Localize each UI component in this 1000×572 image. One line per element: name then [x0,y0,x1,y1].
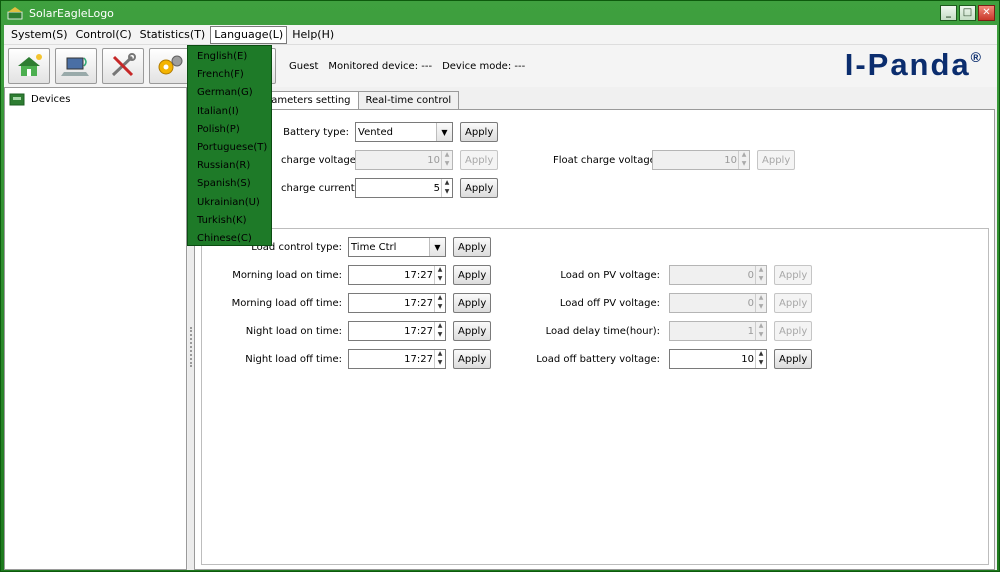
float-charge-voltage-spinner[interactable]: 10 ▲ ▼ [652,150,750,170]
load-off-pv-voltage-spinner[interactable]: 0 ▲ ▼ [669,293,767,313]
brand-logo: I-Panda® [844,47,983,82]
night-load-off-spinner[interactable]: 17:27 ▲ ▼ [348,349,446,369]
home-button[interactable] [8,48,50,84]
load-on-pv-voltage-label: Load on PV voltage: [560,269,660,281]
charge-current-spinner[interactable]: 5 ▲ ▼ [355,178,453,198]
load-control-type-select[interactable]: Time Ctrl ▼ [348,237,446,257]
language-dropdown-menu: English(E) French(F) German(G) Italian(I… [187,45,272,246]
battery-type-apply-button[interactable]: Apply [460,122,499,142]
language-option-polish[interactable]: Polish(P) [188,121,271,139]
menu-statistics[interactable]: Statistics(T) [137,26,209,44]
load-off-pv-voltage-apply-button[interactable]: Apply [774,293,813,313]
night-load-off-label: Night load off time: [245,353,342,365]
menu-control[interactable]: Control(C) [73,26,135,44]
load-delay-time-label: Load delay time(hour): [545,325,660,337]
load-off-battery-voltage-apply-button[interactable]: Apply [774,349,813,369]
night-load-on-label: Night load on time: [245,325,342,337]
solar-house-icon [18,54,42,76]
language-option-german[interactable]: German(G) [188,84,271,102]
devices-folder-icon [9,93,25,106]
device-mode-status: Device mode: --- [442,60,526,72]
battery-settings-group: Battery type: Vented ▼ Apply charge volt… [201,116,989,224]
gears-icon [158,55,183,75]
solar-eagle-app-icon [7,7,23,20]
load-on-pv-voltage-spinner[interactable]: 0 ▲ ▼ [669,265,767,285]
morning-load-off-label: Morning load off time: [231,297,342,309]
load-delay-time-apply-button[interactable]: Apply [774,321,813,341]
charge-voltage-label: charge voltage: [281,154,360,166]
settings-tools-button[interactable] [102,48,144,84]
float-charge-voltage-apply-button[interactable]: Apply [757,150,796,170]
charge-current-apply-button[interactable]: Apply [460,178,499,198]
load-settings-group: Load control type: Time Ctrl ▼ Apply Mor… [201,228,989,565]
menu-system[interactable]: System(S) [8,26,71,44]
menu-language[interactable]: Language(L) [210,25,288,44]
load-off-pv-voltage-label: Load off PV voltage: [559,297,660,309]
load-control-type-apply-button[interactable]: Apply [453,237,492,257]
parameters-content: Battery type: Vented ▼ Apply charge volt… [194,109,995,570]
chevron-down-icon: ▼ [429,238,445,256]
charge-voltage-apply-button[interactable]: Apply [460,150,499,170]
toolbar: Guest Monitored device: --- Device mode:… [4,45,997,87]
close-button[interactable]: ✕ [978,5,995,21]
load-off-battery-voltage-label: Load off battery voltage: [536,353,660,365]
language-option-turkish[interactable]: Turkish(K) [188,212,271,230]
laptop-icon [61,57,89,76]
tree-item-devices[interactable]: Devices [9,92,70,106]
morning-load-on-spinner[interactable]: 17:27 ▲ ▼ [348,265,446,285]
night-load-on-apply-button[interactable]: Apply [453,321,492,341]
tree-item-label: Devices [31,93,71,105]
language-option-italian[interactable]: Italian(I) [188,103,271,121]
status-area: Guest Monitored device: --- Device mode:… [289,61,525,72]
language-option-ukrainian[interactable]: Ukrainian(U) [188,194,271,212]
language-option-french[interactable]: French(F) [188,66,271,84]
title-bar[interactable]: SolarEagleLogo _ □ ✕ [1,1,1000,25]
charge-current-label: charge current: [281,182,359,194]
language-option-chinese[interactable]: Chinese(C) [188,230,271,248]
gears-button[interactable] [149,48,191,84]
night-load-off-apply-button[interactable]: Apply [453,349,492,369]
night-load-on-spinner[interactable]: 17:27 ▲ ▼ [348,321,446,341]
language-option-russian[interactable]: Russian(R) [188,157,271,175]
language-option-english[interactable]: English(E) [188,48,271,66]
morning-load-off-apply-button[interactable]: Apply [453,293,492,313]
morning-load-off-spinner[interactable]: 17:27 ▲ ▼ [348,293,446,313]
maximize-button[interactable]: □ [959,5,976,21]
language-option-portuguese[interactable]: Portuguese(T) [188,139,271,157]
minimize-button[interactable]: _ [940,5,957,21]
charge-voltage-spinner[interactable]: 10 ▲ ▼ [355,150,453,170]
load-delay-time-spinner[interactable]: 1 ▲ ▼ [669,321,767,341]
morning-load-on-apply-button[interactable]: Apply [453,265,492,285]
device-connect-button[interactable] [55,48,97,84]
tab-real-time-control[interactable]: Real-time control [357,91,460,109]
language-option-spanish[interactable]: Spanish(S) [188,175,271,193]
client-area: System(S) Control(C) Statistics(T) Langu… [4,25,997,570]
main-panel: arameters setting Real-time control Batt… [194,91,997,570]
float-charge-voltage-label: Float charge voltage: [553,154,660,166]
chevron-down-icon: ▼ [436,123,452,141]
load-off-battery-voltage-spinner[interactable]: 10 ▲ ▼ [669,349,767,369]
battery-type-select[interactable]: Vented ▼ [355,122,453,142]
window-title: SolarEagleLogo [29,6,114,20]
device-tree-panel: Devices [4,87,187,570]
morning-load-on-label: Morning load on time: [232,269,342,281]
battery-type-label: Battery type: [283,126,349,138]
menu-help[interactable]: Help(H) [289,26,337,44]
wrench-screwdriver-icon [111,53,136,77]
monitored-device-status: Monitored device: --- [328,60,433,72]
current-user: Guest [289,60,319,72]
app-window: SolarEagleLogo _ □ ✕ System(S) Control(C… [0,0,1000,572]
menu-bar: System(S) Control(C) Statistics(T) Langu… [4,25,997,45]
load-on-pv-voltage-apply-button[interactable]: Apply [774,265,813,285]
